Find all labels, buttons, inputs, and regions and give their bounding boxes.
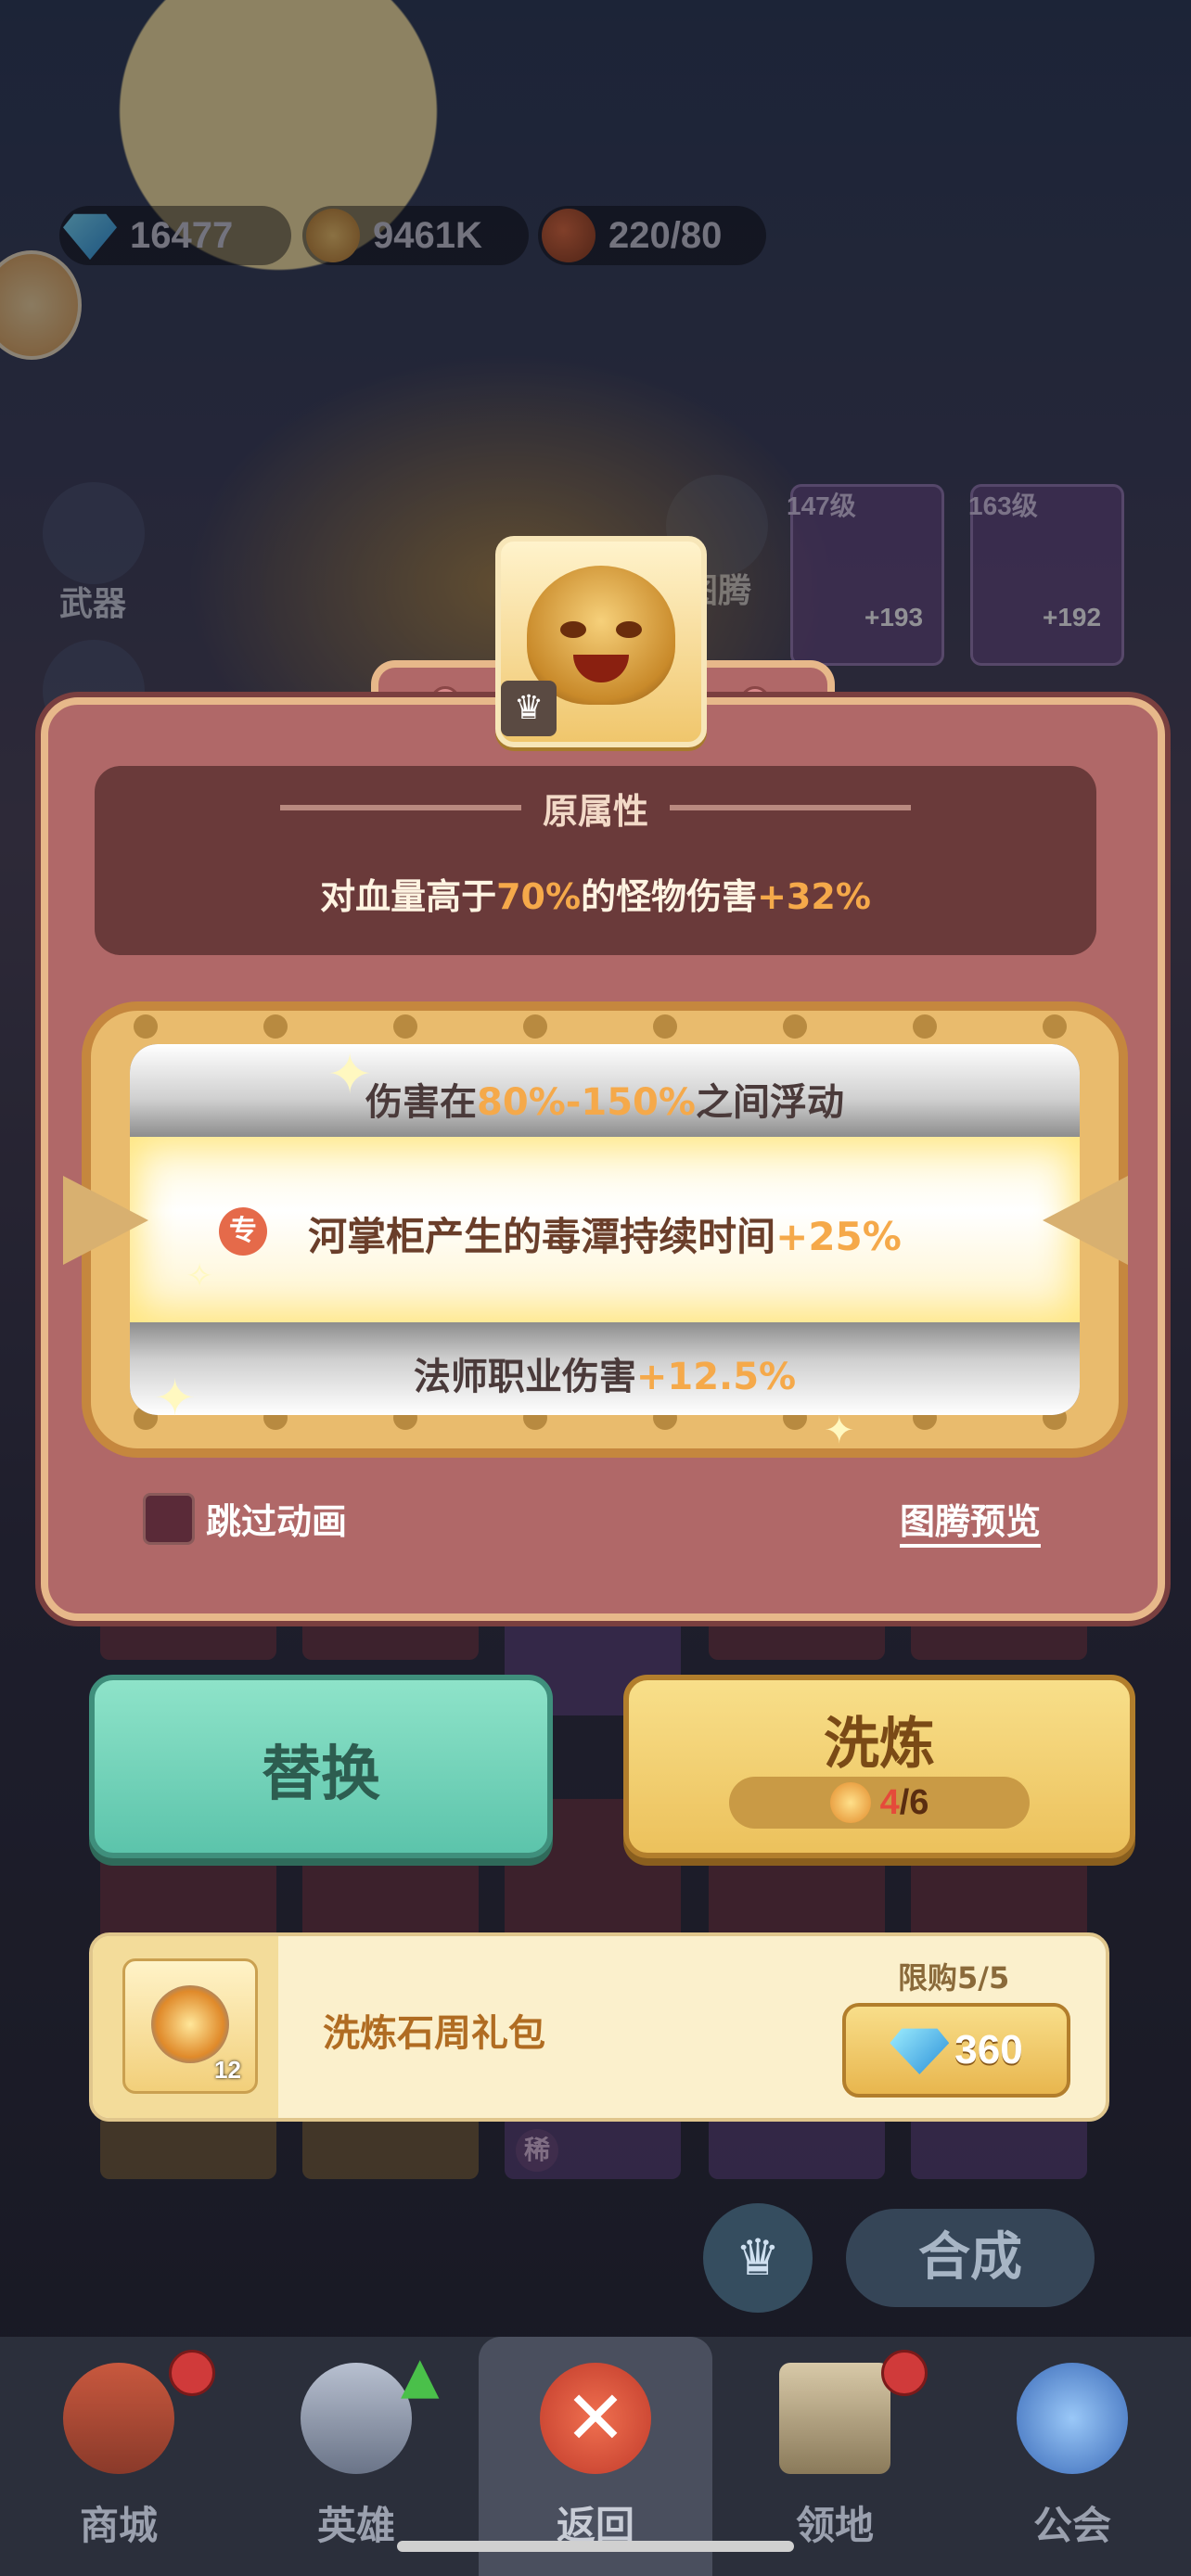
purchase-limit: 限购5/5: [898, 1960, 1010, 1996]
totem-preview-link[interactable]: 图腾预览: [900, 1493, 1042, 1548]
slot-text: 伤害在: [365, 1081, 478, 1124]
lion-mouth: [573, 655, 629, 682]
skip-animation-checkbox[interactable]: [143, 1493, 195, 1545]
nav-item-shop[interactable]: 商城: [0, 2337, 237, 2576]
slot-highlight: 80%-150%: [477, 1081, 696, 1124]
bolt: [913, 1014, 937, 1039]
diamond-icon: [890, 2028, 950, 2074]
crown-filter-button[interactable]: ♛: [703, 2203, 813, 2313]
reroll-cost: 4/6: [729, 1777, 1030, 1829]
bolt: [783, 1014, 807, 1039]
bolt: [653, 1014, 677, 1039]
slot-text: 法师职业伤害: [413, 1356, 636, 1398]
nav-item-guild[interactable]: 公会: [954, 2337, 1191, 2576]
skip-animation-label[interactable]: 跳过动画: [206, 1493, 347, 1544]
upgrade-arrow-icon: ▲: [401, 2346, 440, 2404]
slot-row-text: 河掌柜产生的毒潭持续时间+25%: [130, 1205, 1080, 1262]
sparkle-icon: ✦: [154, 1369, 197, 1427]
notification-dot: [169, 2350, 215, 2396]
castle-icon: [779, 2363, 890, 2474]
sparkle-icon: ✧: [186, 1257, 214, 1295]
slot-text: 之间浮动: [695, 1081, 844, 1124]
slot-row-text: 伤害在80%-150%之间浮动: [130, 1072, 1080, 1126]
reroll-button[interactable]: 洗炼 4/6: [623, 1675, 1135, 1858]
original-attribute-title: 原属性: [542, 791, 648, 832]
attr-text: 的怪物伤害: [581, 876, 758, 917]
nav-label: 公会: [1032, 2503, 1111, 2548]
attr-highlight: +32%: [757, 876, 871, 917]
gift-pack-name: 洗炼石周礼包: [323, 2012, 545, 2055]
reroll-slot-frame: 伤害在80%-150%之间浮动 专 河掌柜产生的毒潭持续时间+25% 法师职业伤…: [82, 1001, 1128, 1458]
buy-button[interactable]: 360: [842, 2003, 1070, 2098]
gift-icon-area: 12: [93, 1936, 278, 2118]
helmet-icon: [301, 2363, 412, 2474]
gift-pack-offer: 12 洗炼石周礼包 限购5/5 360: [89, 1932, 1109, 2122]
planet-icon: [1017, 2363, 1128, 2474]
slot-highlight: +12.5%: [635, 1356, 797, 1398]
attr-highlight: 70%: [496, 876, 582, 917]
original-attribute-box: 原属性 对血量高于70%的怪物伤害+32%: [95, 766, 1096, 955]
bolt: [1043, 1014, 1067, 1039]
notification-dot: [881, 2350, 928, 2396]
totem-portrait: ♛: [495, 536, 707, 747]
reroll-stone-owned: 4: [879, 1782, 900, 1822]
sparkle-icon: ✦: [824, 1409, 855, 1452]
slot-arrow-left-icon: [63, 1176, 148, 1265]
bolt: [134, 1014, 158, 1039]
attr-text: 对血量高于: [320, 876, 497, 917]
gift-item-frame[interactable]: 12: [122, 1958, 258, 2094]
home-indicator[interactable]: [397, 2541, 794, 2552]
bolt: [263, 1014, 288, 1039]
shop-icon: [63, 2363, 174, 2474]
slot-highlight: +25%: [775, 1214, 902, 1259]
crown-icon: ♛: [501, 681, 557, 736]
slot-text: 河掌柜产生的毒潭持续时间: [308, 1214, 776, 1259]
slot-row-next: 法师职业伤害+12.5%: [130, 1322, 1080, 1415]
original-attribute-value: 对血量高于70%的怪物伤害+32%: [95, 868, 1096, 919]
reroll-stone-icon: [829, 1782, 871, 1823]
lion-eye: [560, 621, 586, 638]
reroll-stone-icon: [151, 1985, 229, 2063]
bolt: [523, 1014, 547, 1039]
price-label: 360: [954, 2027, 1023, 2072]
bolt: [393, 1014, 417, 1039]
replace-button-label: 替换: [262, 1741, 380, 1809]
close-icon: ✕: [540, 2363, 651, 2474]
lion-eye: [616, 621, 642, 638]
slot-row-current: 专 河掌柜产生的毒潭持续时间+25%: [130, 1137, 1080, 1322]
compose-button[interactable]: 合成: [846, 2209, 1095, 2307]
slot-arrow-right-icon: [1043, 1176, 1128, 1265]
gift-quantity: 12: [214, 2056, 241, 2084]
sparkle-icon: ✦: [327, 1042, 374, 1107]
nav-label: 商城: [79, 2503, 158, 2548]
slot-row-text: 法师职业伤害+12.5%: [130, 1346, 1080, 1400]
reroll-stone-required: /6: [899, 1782, 929, 1822]
slot-row-previous: 伤害在80%-150%之间浮动: [130, 1044, 1080, 1137]
replace-button[interactable]: 替换: [89, 1675, 553, 1858]
reroll-slot: 伤害在80%-150%之间浮动 专 河掌柜产生的毒潭持续时间+25% 法师职业伤…: [130, 1044, 1080, 1415]
reroll-button-label: 洗炼: [824, 1712, 935, 1777]
